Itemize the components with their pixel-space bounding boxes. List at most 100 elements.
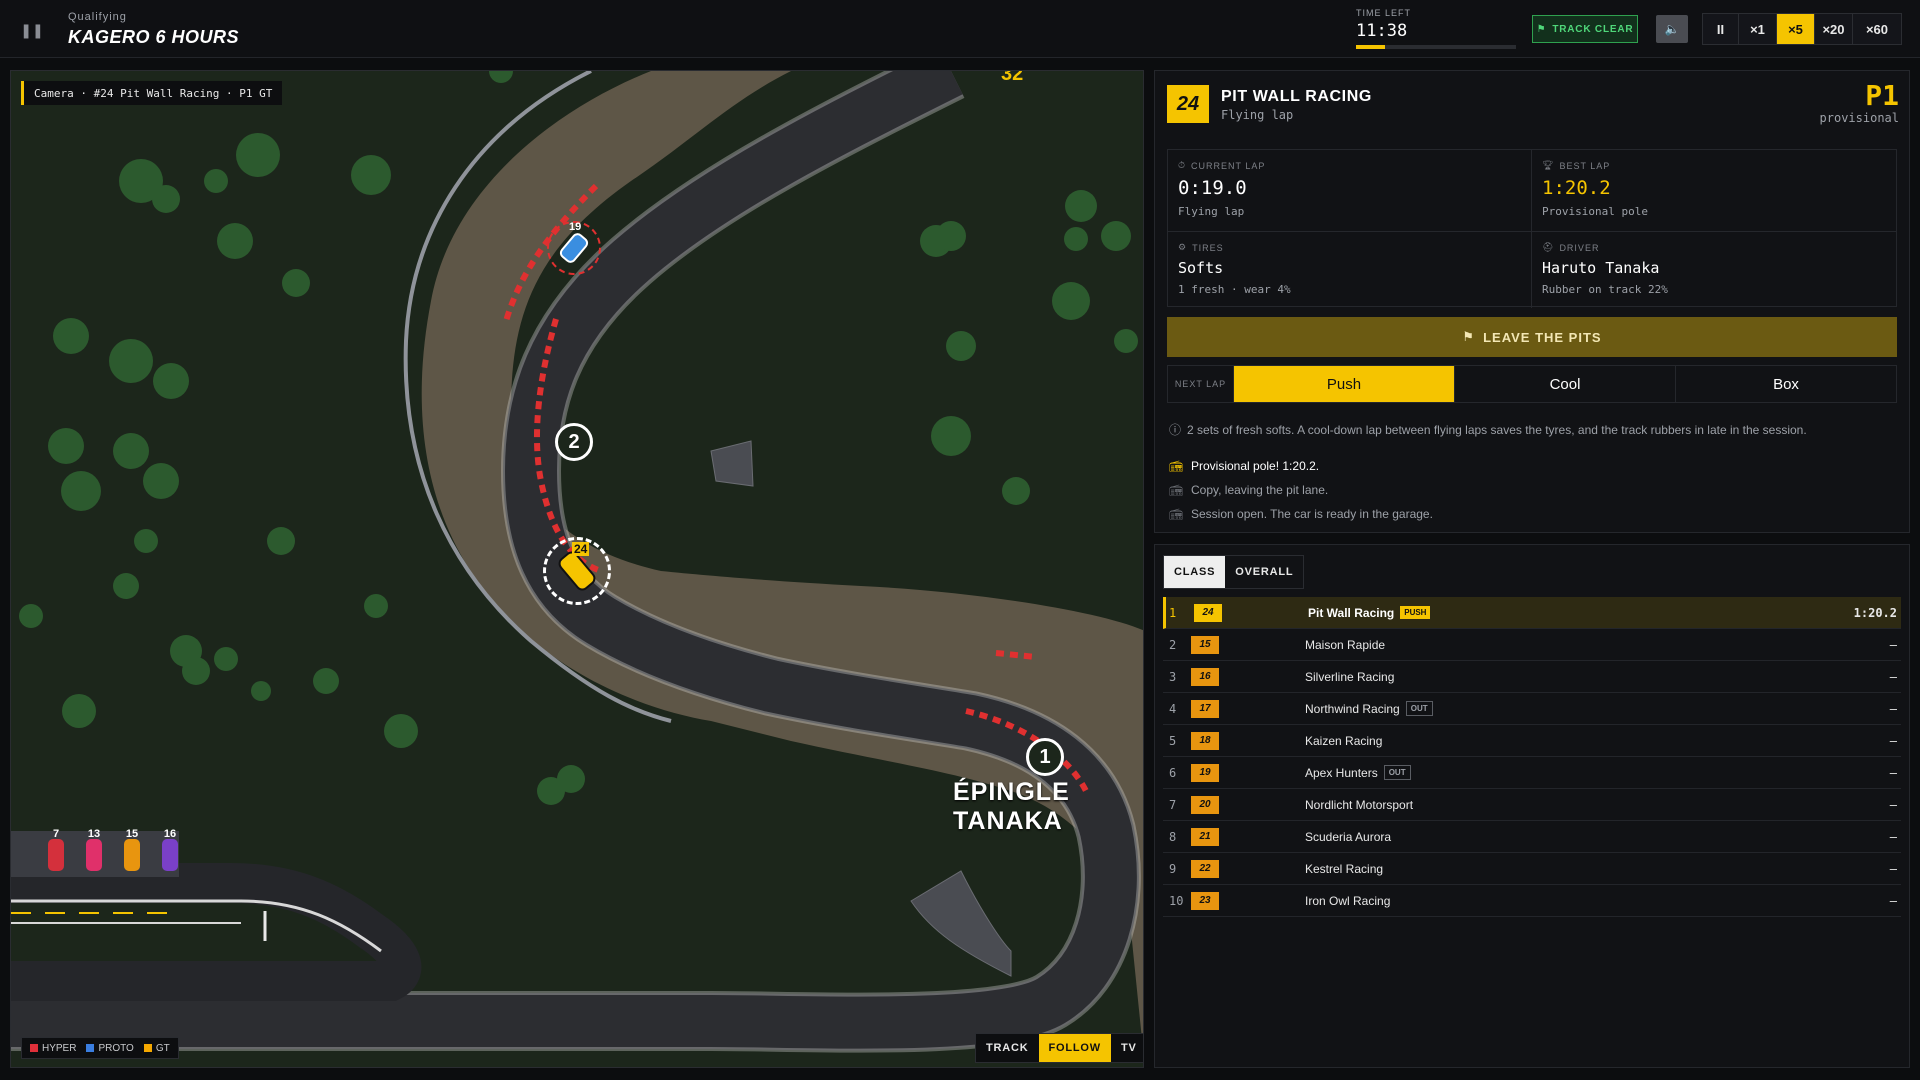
driver-value: Haruto Tanaka (1542, 259, 1660, 277)
row-car-number: 16 (1191, 667, 1219, 686)
current-lap-note: Flying lap (1178, 205, 1245, 218)
row-team: Nordlicht Motorsport (1305, 798, 1811, 812)
view-button-track[interactable]: TRACK (976, 1034, 1039, 1062)
row-position: 1 (1169, 605, 1177, 620)
car-icon-19 (557, 230, 591, 266)
next-lap-label: NEXT LAP (1168, 366, 1234, 402)
car-detail-panel: 24 PIT WALL RACING Flying lap P1 provisi… (1154, 70, 1910, 533)
view-button-tv[interactable]: TV (1111, 1034, 1143, 1062)
standings-row[interactable]: 9 22 Kestrel Racing – (1163, 853, 1901, 885)
garage-car-number: 7 (52, 828, 60, 840)
leave-pits-button[interactable]: ⚑ LEAVE THE PITS (1167, 317, 1897, 357)
row-team-name: Scuderia Aurora (1305, 829, 1392, 844)
row-team: Kestrel Racing (1305, 862, 1811, 876)
garage-car-13[interactable]: 13 (77, 828, 111, 875)
feed-text: Copy, leaving the pit lane. (1191, 483, 1329, 497)
standings-row[interactable]: 8 21 Scuderia Aurora – (1163, 821, 1901, 853)
legend-label: HYPER (42, 1042, 77, 1054)
standings-row[interactable]: 7 20 Nordlicht Motorsport – (1163, 789, 1901, 821)
row-car-number: 24 (1194, 603, 1222, 622)
time-left-progress (1356, 45, 1516, 49)
next-lap-option-cool[interactable]: Cool (1455, 366, 1676, 402)
event-title: KAGERO 6 HOURS (68, 27, 240, 47)
pause-icon[interactable]: ❚❚ (20, 20, 43, 40)
car-icon (124, 839, 140, 871)
row-team-name: Iron Owl Racing (1305, 893, 1391, 908)
team-name: PIT WALL RACING (1221, 88, 1372, 105)
position-note: provisional (1819, 111, 1899, 125)
standings-row[interactable]: 5 18 Kaizen Racing – (1163, 725, 1901, 757)
turn-number-2: 2 (568, 430, 580, 453)
view-button-follow[interactable]: FOLLOW (1038, 1034, 1111, 1062)
row-status-badge: OUT (1405, 701, 1433, 716)
tab-overall[interactable]: OVERALL (1225, 556, 1303, 588)
garage-car-number: 15 (125, 828, 139, 840)
speed-button-x60[interactable]: ×60 (1853, 14, 1901, 44)
legend-label: GT (155, 1042, 170, 1054)
standings-row[interactable]: 3 16 Silverline Racing – (1163, 661, 1901, 693)
legend-swatch (30, 1044, 38, 1052)
corner-name-label: ÉPINGLE TANAKA (953, 778, 1070, 835)
feed-text: Provisional pole! 1:20.2. (1191, 459, 1320, 473)
track-map[interactable]: 7 13 15 16 2 1 32 19 24 Camera · #24 Pit Wa… (10, 70, 1144, 1068)
standings-row[interactable]: 6 19 Apex Hunters OUT – (1163, 757, 1901, 789)
legend-swatch (86, 1044, 95, 1052)
row-car-number: 20 (1191, 795, 1219, 814)
standings-row[interactable]: 10 23 Iron Owl Racing – (1163, 885, 1901, 917)
flag-status-label: TRACK CLEAR (1552, 23, 1634, 35)
garage-car-16[interactable]: 16 (153, 828, 187, 875)
turn-marker-1: 1 (1026, 738, 1064, 776)
trophy-icon: 🏆︎ (1542, 160, 1555, 170)
standings-row[interactable]: 1 24 Pit Wall Racing PUSH 1:20.2 (1163, 597, 1901, 629)
standings-row[interactable]: 4 17 Northwind Racing OUT – (1163, 693, 1901, 725)
row-best-lap: – (1889, 893, 1897, 908)
sound-toggle-icon[interactable]: 🔈 (1656, 15, 1688, 43)
class-legend: HYPER PROTO GT (21, 1037, 179, 1059)
stopwatch-icon: ⏱ (1178, 160, 1187, 170)
row-team: Pit Wall Racing PUSH (1308, 606, 1811, 620)
legend-item-proto: PROTO (86, 1042, 134, 1054)
standings-tabs: CLASS OVERALL (1163, 555, 1305, 589)
next-lap-option-box[interactable]: Box (1676, 366, 1896, 402)
speed-button-x20[interactable]: ×20 (1815, 14, 1853, 44)
tab-class[interactable]: CLASS (1164, 556, 1226, 588)
standings-panel: CLASS OVERALL 1 24 Pit Wall Racing PUSH 1:20.… (1154, 544, 1910, 1068)
garage-car-7[interactable]: 7 (39, 828, 73, 875)
row-position: 2 (1169, 637, 1177, 652)
strategy-tip: ⓘ 2 sets of fresh softs. A cool-down lap… (1169, 421, 1807, 438)
standings-row[interactable]: 2 15 Maison Rapide – (1163, 629, 1901, 661)
speed-button-x5[interactable]: ×5 (1777, 14, 1815, 44)
row-team-name: Maison Rapide (1305, 637, 1386, 652)
garage-car-number: 13 (87, 828, 101, 840)
legend-label: PROTO (98, 1042, 134, 1054)
garage-car-15[interactable]: 15 (115, 828, 149, 875)
helmet-icon: ⛑ (1542, 242, 1555, 252)
row-status-badge: OUT (1383, 765, 1411, 780)
car-marker-19[interactable]: 19 (547, 221, 601, 275)
legend-item-gt: GT (143, 1042, 170, 1054)
row-team: Iron Owl Racing (1305, 894, 1811, 908)
tires-stat: ⚙ TIRES Softs 1 fresh · wear 4% (1168, 232, 1532, 308)
next-lap-option-push[interactable]: Push (1234, 366, 1455, 402)
row-position: 3 (1169, 669, 1177, 684)
car-marker-24[interactable]: 24 (543, 537, 611, 605)
row-team: Northwind Racing OUT (1305, 701, 1811, 716)
feed-item: 📻︎ Session open. The car is ready in the … (1169, 502, 1433, 526)
best-lap-value: 1:20.2 (1542, 177, 1611, 199)
row-status-badge: PUSH (1400, 606, 1431, 619)
row-team-name: Kaizen Racing (1305, 733, 1383, 748)
time-left-label: TIME LEFT (1356, 8, 1412, 18)
car-icon (48, 839, 64, 871)
top-bar: ❚❚ Qualifying KAGERO 6 HOURS TIME LEFT 1… (0, 0, 1920, 58)
row-car-number: 15 (1191, 635, 1219, 654)
current-lap-stat: ⏱ CURRENT LAP 0:19.0 Flying lap (1168, 150, 1532, 232)
tires-label: TIRES (1192, 242, 1224, 253)
session-type: Qualifying (68, 11, 127, 23)
speed-button-x1[interactable]: ×1 (1739, 14, 1777, 44)
row-car-number: 23 (1191, 891, 1219, 910)
row-team: Kaizen Racing (1305, 734, 1811, 748)
legend-swatch (143, 1044, 152, 1052)
row-best-lap: 1:20.2 (1853, 605, 1897, 620)
radio-icon: 📻︎ (1169, 460, 1183, 473)
pause-speed-button[interactable]: II (1703, 14, 1739, 44)
